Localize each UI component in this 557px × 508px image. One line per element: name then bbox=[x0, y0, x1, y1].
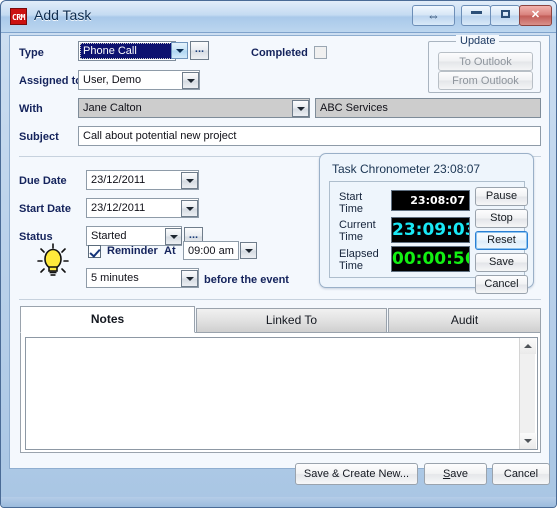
chronometer-save-button[interactable]: Save bbox=[475, 253, 528, 272]
lightbulb-icon bbox=[36, 242, 70, 281]
reminder-label: Reminder bbox=[107, 245, 158, 257]
tab-notes[interactable]: Notes bbox=[20, 306, 195, 333]
minimize-icon bbox=[470, 11, 482, 14]
type-combo-value: Phone Call bbox=[80, 43, 174, 59]
current-time-label-line2: Time bbox=[339, 231, 364, 243]
resize-width-button[interactable]: ⇔ bbox=[412, 5, 455, 26]
reminder-at-label: At bbox=[164, 245, 176, 257]
elapsed-time-label-line2: Time bbox=[339, 260, 364, 272]
chronometer-pause-button[interactable]: Pause bbox=[475, 187, 528, 206]
to-outlook-button[interactable]: To Outlook bbox=[438, 52, 533, 71]
assigned-to-dropdown-icon[interactable] bbox=[182, 72, 199, 89]
chronometer-cancel-button[interactable]: Cancel bbox=[475, 275, 528, 294]
with-label: With bbox=[19, 103, 43, 115]
due-date-label: Due Date bbox=[19, 175, 67, 187]
section-divider-bottom bbox=[19, 299, 541, 300]
reminder-checkbox[interactable] bbox=[88, 245, 101, 258]
tab-audit[interactable]: Audit bbox=[388, 308, 541, 333]
type-combo-dropdown-icon[interactable] bbox=[171, 42, 188, 59]
assigned-to-label: Assigned to bbox=[19, 75, 82, 87]
start-time-label-line1: Start bbox=[339, 191, 363, 203]
subject-input[interactable]: Call about potential new project bbox=[78, 126, 541, 146]
update-groupbox: Update To Outlook From Outlook bbox=[428, 35, 541, 93]
status-dropdown-icon[interactable] bbox=[165, 228, 182, 245]
client-panel: Type Phone Call ... Completed Update To … bbox=[9, 35, 550, 485]
start-time-display: 23:08:07 bbox=[391, 190, 470, 211]
completed-checkbox[interactable] bbox=[314, 46, 327, 59]
tab-panel-notes bbox=[20, 332, 541, 453]
current-time-display: 23:09:03 bbox=[391, 217, 470, 243]
title-bar: CRM Add Task ⇔ ✕ bbox=[1, 1, 556, 33]
scroll-down-icon[interactable] bbox=[520, 433, 536, 449]
close-button[interactable]: ✕ bbox=[519, 5, 552, 26]
elapsed-time-label-line1: Elapsed bbox=[339, 248, 379, 260]
start-date-dropdown-icon[interactable] bbox=[181, 200, 198, 217]
subject-label: Subject bbox=[19, 131, 59, 143]
reminder-lead-dropdown-icon[interactable] bbox=[181, 270, 198, 287]
type-browse-button[interactable]: ... bbox=[190, 41, 209, 60]
save-and-create-new-button[interactable]: Save & Create New... bbox=[295, 463, 418, 485]
with-dropdown-icon[interactable] bbox=[292, 100, 309, 117]
window-title: Add Task bbox=[34, 7, 92, 23]
window-status-strip bbox=[1, 497, 556, 507]
from-outlook-button[interactable]: From Outlook bbox=[438, 71, 533, 90]
save-label-rest: ave bbox=[450, 468, 469, 480]
tab-linked-to[interactable]: Linked To bbox=[196, 308, 387, 333]
type-combo[interactable]: Phone Call bbox=[78, 41, 176, 61]
start-date-label: Start Date bbox=[19, 203, 71, 215]
reminder-time-input[interactable]: 09:00 am bbox=[183, 241, 239, 260]
elapsed-time-display: 00:00:56 bbox=[391, 246, 470, 272]
type-label: Type bbox=[19, 47, 44, 59]
crm-app-icon: CRM bbox=[10, 8, 27, 25]
reminder-lead-suffix: before the event bbox=[204, 274, 289, 286]
with-company-field[interactable]: ABC Services bbox=[315, 98, 541, 118]
completed-label: Completed bbox=[251, 47, 308, 59]
notes-textarea[interactable] bbox=[25, 337, 538, 450]
add-task-window: CRM Add Task ⇔ ✕ Type Phone Call ... Com… bbox=[0, 0, 557, 508]
task-chronometer-panel: Task Chronometer 23:08:07 Start Time 23:… bbox=[319, 153, 534, 294]
with-combo[interactable]: Jane Calton bbox=[78, 98, 310, 118]
reminder-time-dropdown-icon[interactable] bbox=[240, 242, 257, 259]
minimize-button[interactable] bbox=[461, 5, 491, 26]
scroll-up-icon[interactable] bbox=[520, 338, 536, 354]
chronometer-stop-button[interactable]: Stop bbox=[475, 209, 528, 228]
save-button[interactable]: Save bbox=[424, 463, 487, 485]
notes-scrollbar[interactable] bbox=[519, 338, 536, 449]
maximize-icon bbox=[500, 10, 510, 18]
chronometer-reset-button[interactable]: Reset bbox=[475, 231, 528, 250]
due-date-dropdown-icon[interactable] bbox=[181, 172, 198, 189]
maximize-button[interactable] bbox=[490, 5, 520, 26]
cancel-button[interactable]: Cancel bbox=[492, 463, 550, 485]
current-time-label-line1: Current bbox=[339, 219, 376, 231]
chronometer-title: Task Chronometer 23:08:07 bbox=[332, 162, 481, 176]
start-time-label-line2: Time bbox=[339, 203, 364, 215]
update-group-title: Update bbox=[456, 35, 500, 47]
